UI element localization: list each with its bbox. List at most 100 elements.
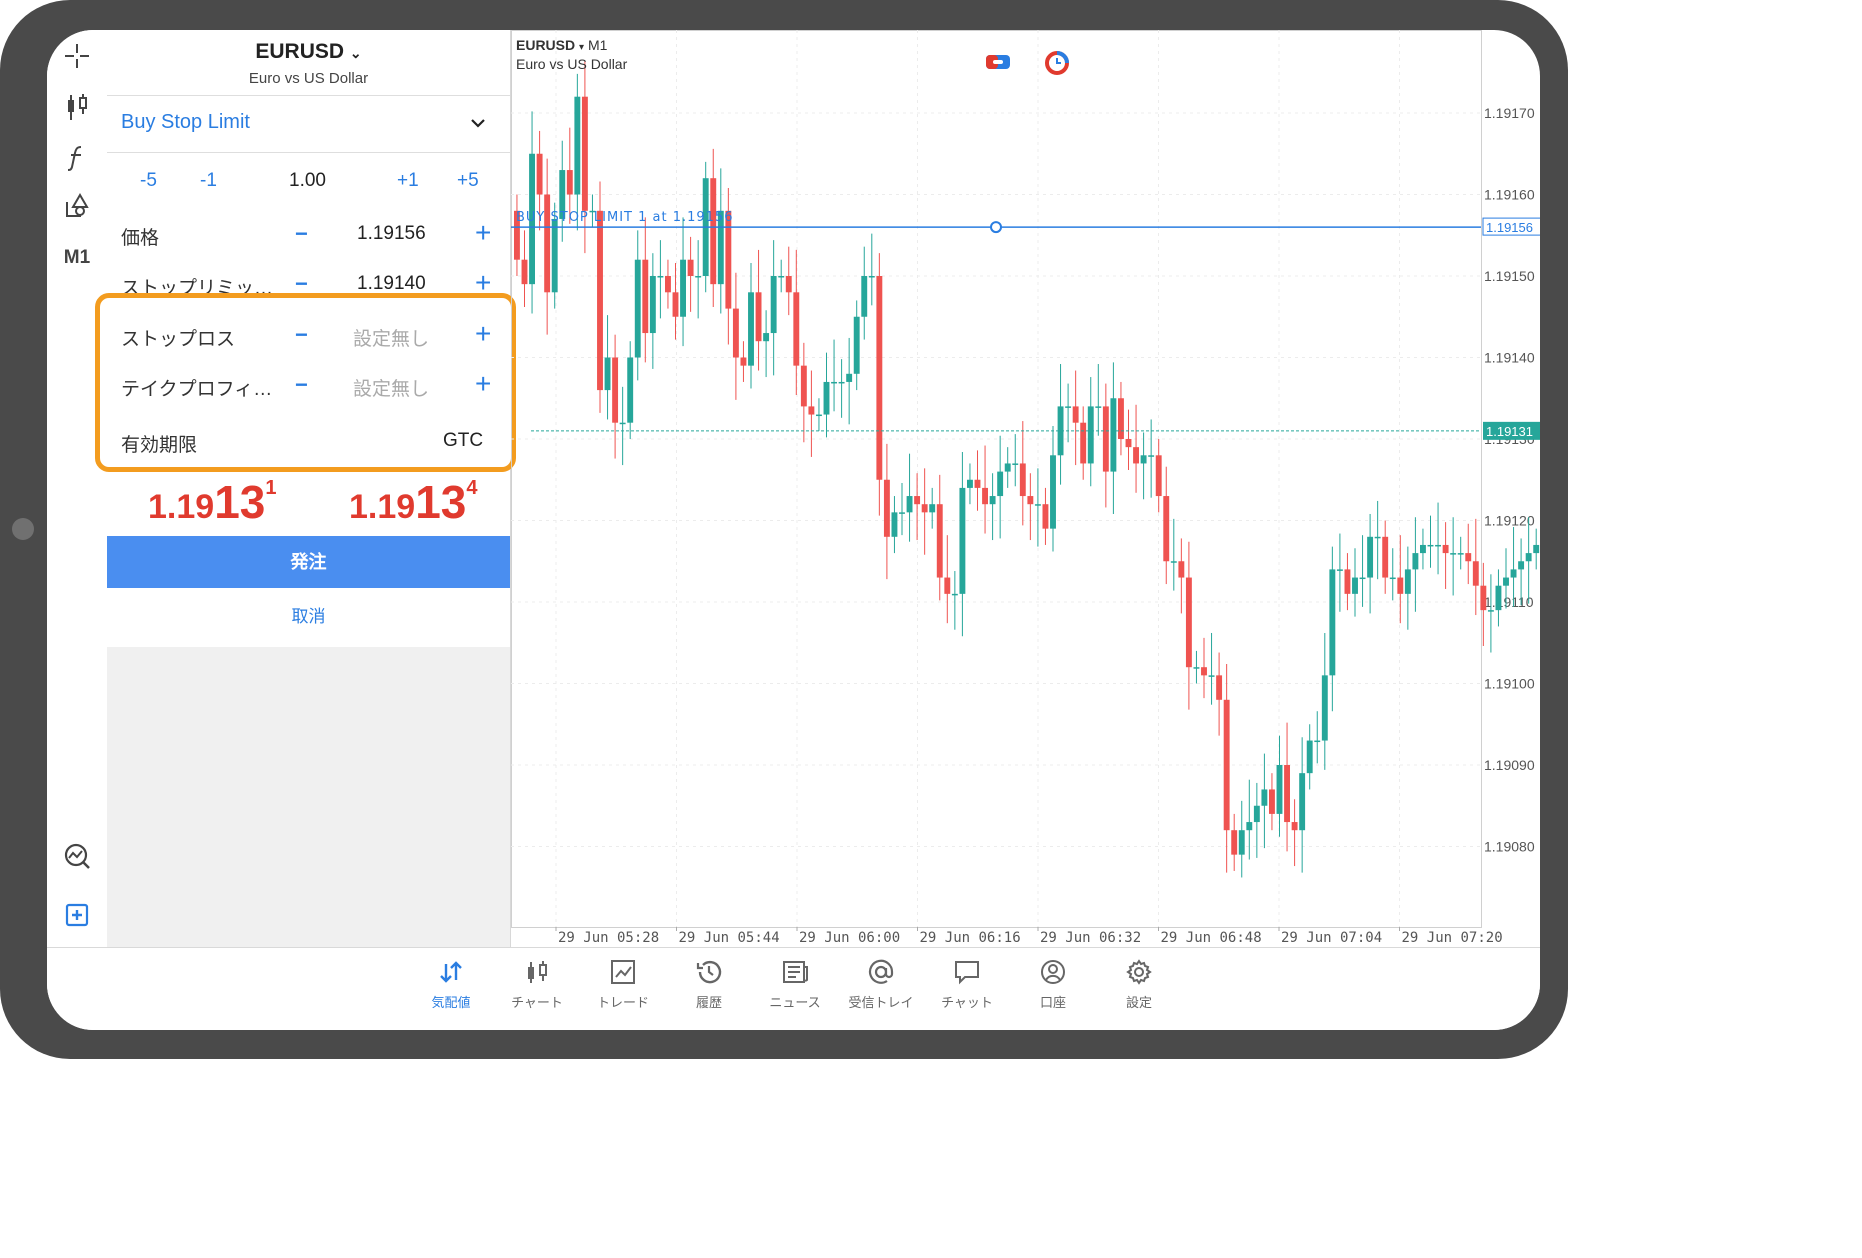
chart-symbol-arrow: ▾	[579, 42, 585, 53]
price-minus-button[interactable]: −	[295, 221, 308, 247]
candle-up	[853, 316, 860, 374]
volume-plus5-button[interactable]: +5	[457, 170, 479, 192]
candle-up	[680, 259, 686, 317]
candle-up	[1004, 463, 1011, 472]
nav-settings[interactable]: 設定	[1096, 958, 1182, 1011]
volume-minus1-button[interactable]: -1	[200, 170, 217, 192]
candle-up	[1367, 536, 1374, 578]
tablet-frame: M1 EURUSD ⌄ Euro vs US Dollar Buy Stop L…	[0, 0, 1568, 1059]
candle-down	[672, 292, 679, 317]
candle-down	[936, 504, 943, 578]
volume-input[interactable]: 1.00	[289, 170, 326, 192]
candle-up	[1193, 667, 1200, 669]
candle-up	[1253, 805, 1260, 823]
candle-up	[695, 276, 702, 278]
divider	[107, 95, 510, 96]
bottom-navigation: 気配値 チャート トレード 履歴 ニュース 受信トレイ チャット 口座 設定	[47, 947, 1540, 1030]
candle-up	[1427, 544, 1434, 547]
objects-icon[interactable]	[57, 188, 97, 224]
nav-label: 受信トレイ	[848, 995, 914, 1010]
order-type-select[interactable]: Buy Stop Limit	[121, 111, 250, 134]
candle-up	[1261, 789, 1268, 806]
plot-frame	[511, 30, 1482, 928]
candle-up	[551, 218, 558, 293]
candle-up	[1170, 561, 1177, 563]
chart-canvas[interactable]: 1.191701.191601.191501.191401.191301.191…	[511, 30, 1540, 947]
ask-price-pips: 13	[415, 476, 467, 528]
new-order-icon[interactable]	[57, 897, 97, 933]
symbol-selector[interactable]: EURUSD ⌄	[107, 40, 510, 64]
volume-plus1-button[interactable]: +1	[397, 170, 419, 192]
chevron-down-icon: ⌄	[349, 45, 362, 61]
candlestick-icon[interactable]	[57, 88, 97, 124]
submit-order-button[interactable]: 発注	[107, 536, 510, 588]
nav-mailbox[interactable]: 受信トレイ	[838, 958, 924, 1011]
cancel-button[interactable]: 取消	[107, 602, 510, 627]
candle-down	[612, 357, 619, 423]
candle-down	[536, 153, 543, 195]
candle-down	[597, 210, 603, 391]
price-input[interactable]: 1.19156	[357, 223, 426, 245]
candle-down	[687, 259, 694, 276]
candle-up	[831, 381, 837, 384]
candle-up	[967, 479, 973, 488]
candle-up	[604, 357, 611, 391]
candle-up	[891, 512, 898, 537]
stop-limit-input[interactable]: 1.19140	[357, 273, 426, 295]
nav-history[interactable]: 履歴	[666, 958, 752, 1011]
candle-up	[1299, 773, 1306, 831]
history-icon	[696, 960, 722, 984]
candle-down	[1397, 577, 1404, 594]
candle-up	[748, 292, 754, 366]
candle-down	[710, 178, 717, 285]
price-tick-label: 1.19150	[1484, 268, 1535, 284]
take-profit-minus-button[interactable]: −	[295, 372, 308, 398]
chat-icon	[955, 961, 979, 985]
candle-up	[1450, 553, 1457, 555]
candle-down	[1223, 699, 1230, 831]
function-icon[interactable]	[57, 139, 97, 175]
candle-down	[1125, 439, 1132, 448]
stop-loss-input[interactable]: 設定無し	[353, 324, 429, 351]
candle-up	[1140, 455, 1147, 464]
time-tick-label: 29 Jun 06:00	[799, 930, 900, 946]
price-chart[interactable]: 1.191701.191601.191501.191401.191301.191…	[511, 30, 1540, 947]
crosshair-icon[interactable]	[57, 38, 97, 74]
nav-chat[interactable]: チャット	[924, 958, 1010, 1011]
candle-up	[1065, 406, 1072, 408]
home-button[interactable]	[12, 518, 34, 540]
stop-loss-minus-button[interactable]: −	[295, 322, 308, 348]
candle-up	[1412, 553, 1419, 570]
candle-down	[1102, 406, 1109, 472]
take-profit-plus-button[interactable]: +	[475, 370, 491, 398]
candle-up	[1374, 536, 1381, 539]
nav-news[interactable]: ニュース	[752, 958, 838, 1011]
candle-up	[1087, 406, 1094, 464]
chevron-down-icon[interactable]	[469, 114, 487, 137]
nav-quotes[interactable]: 気配値	[408, 958, 494, 1011]
nav-label: 設定	[1125, 995, 1152, 1010]
time-tick-label: 29 Jun 06:48	[1161, 930, 1262, 946]
nav-account[interactable]: 口座	[1010, 958, 1096, 1011]
nav-chart[interactable]: チャート	[494, 958, 580, 1011]
ask-price[interactable]: 1.19134	[349, 475, 477, 529]
candle-down	[732, 308, 739, 358]
candle-down	[793, 292, 800, 366]
price-tick-label: 1.19100	[1484, 676, 1535, 692]
candle-up	[574, 96, 581, 195]
bid-price[interactable]: 1.19131	[148, 475, 276, 529]
candle-up	[1487, 610, 1494, 612]
expiration-value[interactable]: GTC	[443, 430, 483, 452]
candle-down	[642, 259, 649, 334]
take-profit-input[interactable]: 設定無し	[353, 374, 429, 401]
ask-price-main: 1.19	[349, 488, 416, 526]
candle-down	[1118, 398, 1124, 439]
volume-minus5-button[interactable]: -5	[140, 170, 157, 192]
nav-trade[interactable]: トレード	[580, 958, 666, 1011]
signals-icon[interactable]	[57, 838, 97, 874]
nav-label: チャット	[941, 995, 993, 1010]
symbol-name: EURUSD	[255, 40, 345, 63]
timeframe-button[interactable]: M1	[57, 240, 97, 276]
stop-loss-plus-button[interactable]: +	[475, 320, 491, 348]
price-plus-button[interactable]: +	[475, 219, 491, 247]
